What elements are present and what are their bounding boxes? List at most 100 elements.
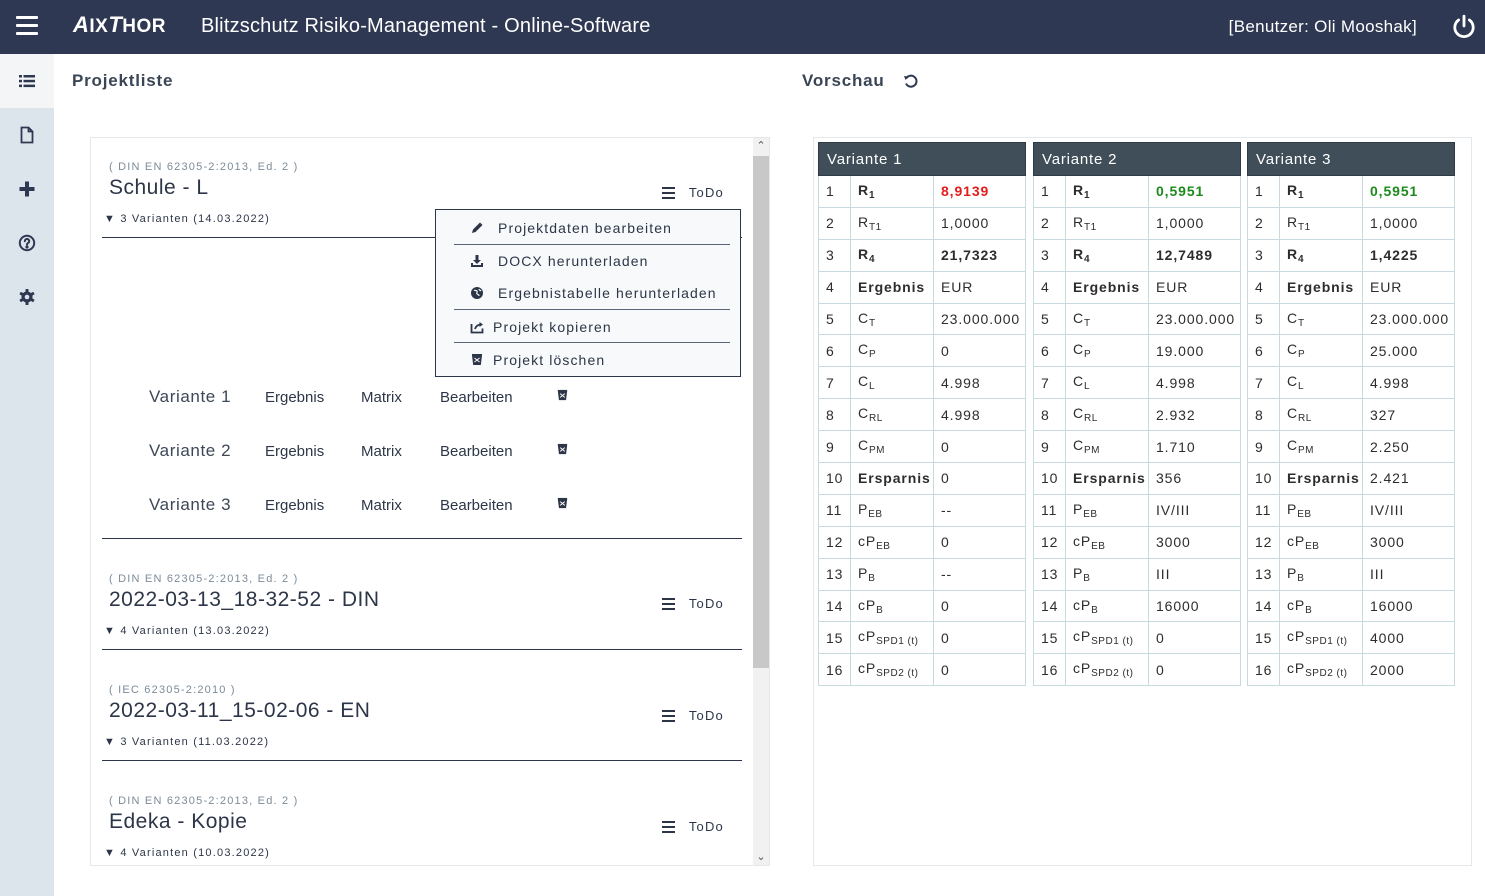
row-index: 13	[818, 557, 851, 591]
refresh-icon[interactable]	[902, 72, 920, 90]
row-index: 7	[1033, 366, 1066, 400]
row-label: Ergebnis	[850, 270, 934, 304]
variants-toggle[interactable]: ▼ 4 Varianten (10.03.2022)	[104, 847, 270, 859]
row-label: PEB	[1065, 493, 1149, 527]
table-row: 2 RT1 1,0000	[1033, 206, 1241, 240]
row-value: 21,7323	[933, 238, 1026, 272]
row-value: 1.710	[1148, 430, 1241, 464]
row-index: 14	[1033, 589, 1066, 623]
row-index: 16	[818, 653, 851, 687]
row-index: 13	[1033, 557, 1066, 591]
table-row: 16 cPSPD2 (t) 2000	[1247, 653, 1455, 687]
row-index: 15	[1033, 621, 1066, 655]
result-link[interactable]: Ergebnis	[265, 497, 361, 514]
menu-item-label: Ergebnistabelle herunterladen	[498, 285, 717, 301]
row-label: CT	[850, 302, 934, 336]
menu-item-edit-project[interactable]: Projektdaten bearbeiten	[470, 212, 730, 244]
matrix-link[interactable]: Matrix	[361, 497, 440, 514]
project-list-title: Projektliste	[72, 71, 174, 90]
variant-row: Variante 1 Ergebnis Matrix Bearbeiten	[149, 385, 569, 409]
row-index: 6	[818, 334, 851, 368]
edit-link[interactable]: Bearbeiten	[440, 443, 556, 460]
row-value: 0	[933, 621, 1026, 655]
row-label: cPSPD1 (t)	[1279, 621, 1363, 655]
row-value: 0,5951	[1362, 175, 1455, 208]
variant-table: Variante 1 1 R1 8,9139 2 RT1 1,0000 3 R4 21,7323 4…	[818, 142, 1026, 687]
sidebar-item-settings[interactable]	[0, 270, 54, 324]
sidebar-item-new-document[interactable]	[0, 108, 54, 162]
menu-item-copy-project[interactable]: Projekt kopieren	[470, 311, 730, 343]
result-link[interactable]: Ergebnis	[265, 443, 361, 460]
scrollbar[interactable]: ⌃ ⌄	[753, 138, 769, 865]
project-menu-button[interactable]: ToDo	[661, 185, 724, 200]
project-name[interactable]: 2022-03-11_15-02-06 - EN	[109, 699, 370, 723]
row-value: 0	[1148, 621, 1241, 655]
top-bar: AIXTHOR Blitzschutz Risiko-Management - …	[0, 0, 1485, 54]
row-index: 12	[1247, 525, 1280, 559]
power-icon[interactable]	[1451, 14, 1477, 40]
table-row: 1 R1 0,5951	[1033, 175, 1241, 208]
menu-item-label: Projekt löschen	[493, 352, 606, 368]
project-name[interactable]: Edeka - Kopie	[109, 810, 247, 834]
row-value: 356	[1148, 462, 1241, 495]
table-row: 13 PB III	[1033, 557, 1241, 591]
matrix-link[interactable]: Matrix	[361, 443, 440, 460]
sidebar	[0, 54, 54, 896]
menu-item-label: DOCX herunterladen	[498, 253, 649, 269]
project-menu-button[interactable]: ToDo	[661, 708, 724, 723]
variant-name: Variante 2	[149, 441, 232, 460]
project-context-menu: Projektdaten bearbeiten DOCX herunterlad…	[435, 209, 741, 377]
row-value: 23.000.000	[1362, 302, 1455, 336]
menu-item-delete-project[interactable]: Projekt löschen	[470, 344, 730, 376]
result-link[interactable]: Ergebnis	[265, 389, 361, 406]
row-value: III	[1362, 557, 1455, 591]
table-row: 10 Ersparnis 0	[818, 462, 1026, 495]
hamburger-icon	[661, 820, 675, 833]
hamburger-icon[interactable]	[16, 16, 38, 36]
project-name[interactable]: 2022-03-13_18-32-52 - DIN	[109, 588, 380, 612]
variants-toggle[interactable]: ▼ 3 Varianten (11.03.2022)	[104, 736, 269, 748]
scrollbar-thumb[interactable]	[753, 156, 769, 668]
table-row: 3 R4 21,7323	[818, 238, 1026, 272]
menu-item-download-docx[interactable]: DOCX herunterladen	[470, 245, 730, 277]
row-label: cPB	[1065, 589, 1149, 623]
row-index: 14	[818, 589, 851, 623]
trash-icon[interactable]	[556, 443, 569, 460]
project-menu-button[interactable]: ToDo	[661, 819, 724, 834]
project-name[interactable]: Schule - L	[109, 176, 209, 200]
variant-table: Variante 3 1 R1 0,5951 2 RT1 1,0000 3 R4 1,4225 4 E…	[1247, 142, 1455, 687]
row-index: 16	[1247, 653, 1280, 687]
row-label: Ersparnis	[1279, 462, 1363, 495]
row-index: 4	[1247, 270, 1280, 304]
sidebar-item-add[interactable]	[0, 162, 54, 216]
row-value: 2000	[1362, 653, 1455, 687]
menu-label: ToDo	[688, 708, 724, 723]
sidebar-item-help[interactable]	[0, 216, 54, 270]
row-label: CRL	[1065, 398, 1149, 432]
row-value: --	[933, 493, 1026, 527]
sidebar-item-project-list[interactable]	[0, 54, 54, 108]
edit-link[interactable]: Bearbeiten	[440, 389, 556, 406]
menu-label: ToDo	[688, 185, 724, 200]
menu-item-download-results[interactable]: Ergebnistabelle herunterladen	[470, 277, 730, 309]
table-row: 11 PEB IV/III	[1033, 493, 1241, 527]
table-row: 5 CT 23.000.000	[818, 302, 1026, 336]
row-index: 3	[1247, 238, 1280, 272]
trash-icon[interactable]	[556, 389, 569, 406]
trash-icon[interactable]	[556, 497, 569, 514]
row-value: 23.000.000	[1148, 302, 1241, 336]
row-index: 13	[1247, 557, 1280, 591]
variants-toggle[interactable]: ▼ 4 Varianten (13.03.2022)	[104, 625, 270, 637]
edit-link[interactable]: Bearbeiten	[440, 497, 556, 514]
row-label: R4	[1065, 238, 1149, 272]
scroll-down-icon[interactable]: ⌄	[753, 849, 769, 865]
row-label: cPSPD1 (t)	[1065, 621, 1149, 655]
project-menu-button[interactable]: ToDo	[661, 596, 724, 611]
matrix-link[interactable]: Matrix	[361, 389, 440, 406]
row-label: cPEB	[850, 525, 934, 559]
variants-toggle[interactable]: ▼ 3 Varianten (14.03.2022)	[104, 213, 270, 225]
scroll-up-icon[interactable]: ⌃	[753, 138, 769, 154]
variant-table-header: Variante 1	[818, 142, 1026, 176]
row-value: 8,9139	[933, 175, 1026, 208]
menu-item-label: Projektdaten bearbeiten	[498, 220, 672, 236]
